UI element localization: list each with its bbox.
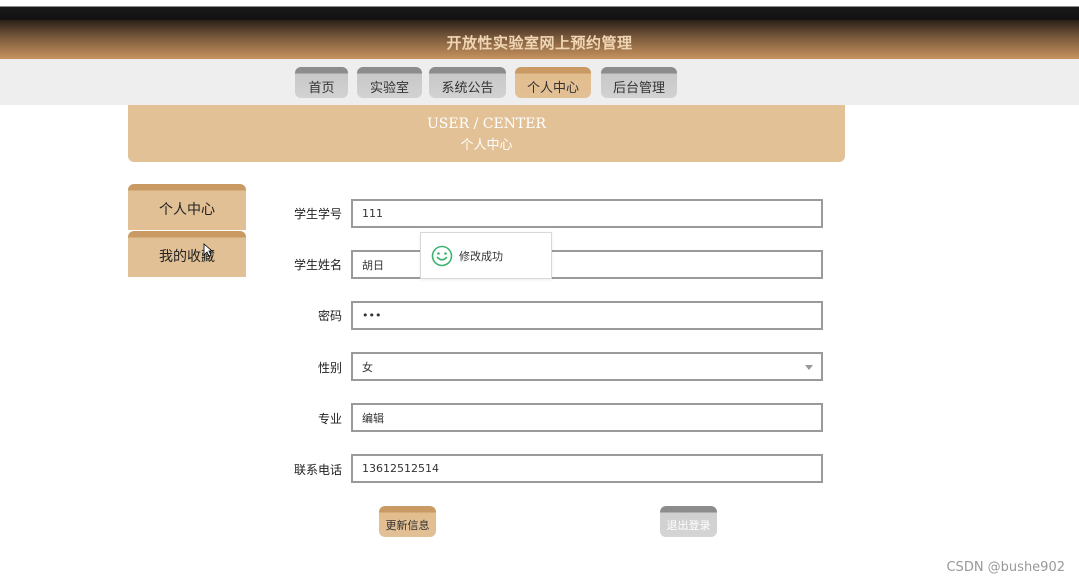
sidebar-item-favorites[interactable]: 我的收藏 bbox=[128, 231, 246, 277]
password-input[interactable]: ••• bbox=[351, 301, 823, 330]
nav-tab-admin[interactable]: 后台管理 bbox=[601, 67, 677, 98]
password-label: 密码 bbox=[317, 309, 342, 323]
main-nav: 首页 实验室 系统公告 个人中心 后台管理 bbox=[0, 59, 1079, 105]
nav-tab-home[interactable]: 首页 bbox=[295, 67, 348, 98]
site-title: 开放性实验室网上预约管理 bbox=[446, 34, 633, 52]
gender-label: 性别 bbox=[317, 361, 342, 375]
phone-input[interactable]: 13612512514 bbox=[351, 454, 823, 483]
student-id-input[interactable]: 111 bbox=[351, 199, 823, 228]
update-info-button[interactable]: 更新信息 bbox=[379, 506, 436, 537]
student-name-label: 学生姓名 bbox=[293, 258, 342, 272]
major-input[interactable]: 编辑 bbox=[351, 403, 823, 432]
nav-tab-lab[interactable]: 实验室 bbox=[357, 67, 422, 98]
smiley-icon bbox=[431, 245, 453, 266]
toast-message: 修改成功 bbox=[459, 249, 503, 263]
nav-tab-announcements[interactable]: 系统公告 bbox=[429, 67, 506, 98]
mouse-cursor-icon bbox=[203, 243, 213, 257]
success-toast: 修改成功 bbox=[420, 232, 552, 279]
site-banner: 开放性实验室网上预约管理 bbox=[0, 20, 1079, 59]
window-top-bar bbox=[0, 0, 1079, 20]
watermark: CSDN @bushe902 bbox=[946, 560, 1065, 575]
nav-tab-user-center[interactable]: 个人中心 bbox=[515, 67, 591, 98]
gender-select[interactable]: 女 bbox=[351, 352, 823, 381]
sidebar-item-user-center[interactable]: 个人中心 bbox=[128, 184, 246, 230]
major-label: 专业 bbox=[317, 412, 342, 426]
logout-button[interactable]: 退出登录 bbox=[660, 506, 717, 537]
page-header: USER / CENTER 个人中心 bbox=[128, 105, 845, 162]
student-id-label: 学生学号 bbox=[293, 207, 342, 221]
page-title-en: USER / CENTER bbox=[426, 116, 547, 132]
phone-label: 联系电话 bbox=[293, 463, 342, 477]
page-title-cn: 个人中心 bbox=[460, 138, 513, 153]
